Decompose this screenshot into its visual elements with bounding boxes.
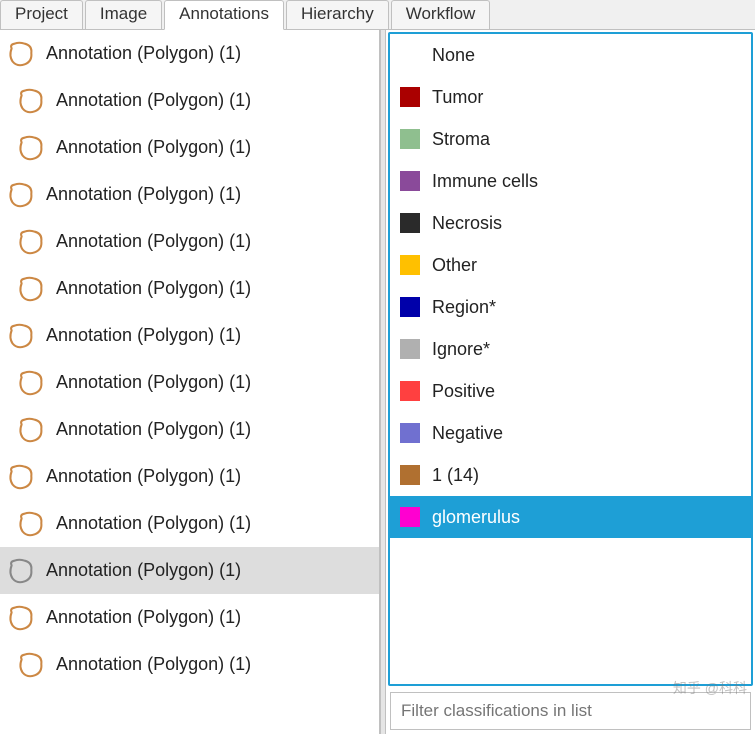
- annotation-label: Annotation (Polygon) (1): [56, 231, 251, 252]
- annotation-label: Annotation (Polygon) (1): [56, 278, 251, 299]
- annotation-row[interactable]: Annotation (Polygon) (1): [0, 77, 379, 124]
- annotation-row[interactable]: Annotation (Polygon) (1): [0, 594, 379, 641]
- annotation-label: Annotation (Polygon) (1): [46, 325, 241, 346]
- tab-image[interactable]: Image: [85, 0, 162, 29]
- classification-row[interactable]: Necrosis: [390, 202, 751, 244]
- polygon-icon: [16, 86, 46, 116]
- color-swatch: [400, 129, 420, 149]
- polygon-icon: [16, 133, 46, 163]
- color-swatch: [400, 381, 420, 401]
- polygon-icon: [6, 556, 36, 586]
- annotation-row[interactable]: Annotation (Polygon) (1): [0, 641, 379, 688]
- color-swatch: [400, 213, 420, 233]
- annotation-row[interactable]: Annotation (Polygon) (1): [0, 500, 379, 547]
- classification-row[interactable]: Ignore*: [390, 328, 751, 370]
- classification-label: 1 (14): [432, 465, 479, 486]
- annotation-label: Annotation (Polygon) (1): [56, 419, 251, 440]
- classification-row[interactable]: Other: [390, 244, 751, 286]
- annotation-row[interactable]: Annotation (Polygon) (1): [0, 453, 379, 500]
- annotation-row[interactable]: Annotation (Polygon) (1): [0, 30, 379, 77]
- annotation-label: Annotation (Polygon) (1): [46, 466, 241, 487]
- tab-label: Annotations: [179, 4, 269, 23]
- classification-row[interactable]: Stroma: [390, 118, 751, 160]
- annotation-label: Annotation (Polygon) (1): [56, 90, 251, 111]
- classification-row[interactable]: Negative: [390, 412, 751, 454]
- classification-label: None: [432, 45, 475, 66]
- polygon-icon: [6, 39, 36, 69]
- classification-row[interactable]: Immune cells: [390, 160, 751, 202]
- annotation-label: Annotation (Polygon) (1): [46, 560, 241, 581]
- classification-row[interactable]: 1 (14): [390, 454, 751, 496]
- classification-label: Positive: [432, 381, 495, 402]
- tab-label: Image: [100, 4, 147, 23]
- annotation-row[interactable]: Annotation (Polygon) (1): [0, 359, 379, 406]
- tab-label: Hierarchy: [301, 4, 374, 23]
- classification-row[interactable]: None: [390, 34, 751, 76]
- classification-row[interactable]: glomerulus: [390, 496, 751, 538]
- classification-row[interactable]: Tumor: [390, 76, 751, 118]
- polygon-icon: [6, 462, 36, 492]
- annotation-label: Annotation (Polygon) (1): [56, 513, 251, 534]
- annotation-row[interactable]: Annotation (Polygon) (1): [0, 547, 379, 594]
- classification-label: Negative: [432, 423, 503, 444]
- classification-row[interactable]: Region*: [390, 286, 751, 328]
- tab-workflow[interactable]: Workflow: [391, 0, 491, 29]
- color-swatch: [400, 171, 420, 191]
- annotation-label: Annotation (Polygon) (1): [46, 184, 241, 205]
- polygon-icon: [16, 415, 46, 445]
- annotation-label: Annotation (Polygon) (1): [56, 372, 251, 393]
- polygon-icon: [6, 603, 36, 633]
- color-swatch: [400, 45, 420, 65]
- classification-row[interactable]: Positive: [390, 370, 751, 412]
- color-swatch: [400, 339, 420, 359]
- annotation-row[interactable]: Annotation (Polygon) (1): [0, 218, 379, 265]
- classification-label: Tumor: [432, 87, 483, 108]
- tab-project[interactable]: Project: [0, 0, 83, 29]
- annotation-list: Annotation (Polygon) (1) Annotation (Poly…: [0, 30, 380, 734]
- polygon-icon: [6, 180, 36, 210]
- classification-panel: None Tumor Stroma Immune cells Necrosis Other…: [386, 30, 755, 734]
- color-swatch: [400, 87, 420, 107]
- tab-label: Workflow: [406, 4, 476, 23]
- color-swatch: [400, 507, 420, 527]
- polygon-icon: [16, 650, 46, 680]
- annotation-label: Annotation (Polygon) (1): [46, 607, 241, 628]
- annotation-row[interactable]: Annotation (Polygon) (1): [0, 124, 379, 171]
- classification-label: Other: [432, 255, 477, 276]
- polygon-icon: [16, 274, 46, 304]
- annotation-row[interactable]: Annotation (Polygon) (1): [0, 171, 379, 218]
- annotation-row[interactable]: Annotation (Polygon) (1): [0, 265, 379, 312]
- color-swatch: [400, 255, 420, 275]
- tab-label: Project: [15, 4, 68, 23]
- annotation-label: Annotation (Polygon) (1): [56, 654, 251, 675]
- tab-bar: Project Image Annotations Hierarchy Workflow: [0, 0, 755, 30]
- filter-classifications-input[interactable]: [390, 692, 751, 730]
- classification-label: Stroma: [432, 129, 490, 150]
- classification-label: glomerulus: [432, 507, 520, 528]
- annotation-label: Annotation (Polygon) (1): [46, 43, 241, 64]
- classification-label: Immune cells: [432, 171, 538, 192]
- color-swatch: [400, 297, 420, 317]
- classification-label: Necrosis: [432, 213, 502, 234]
- annotation-row[interactable]: Annotation (Polygon) (1): [0, 312, 379, 359]
- tab-hierarchy[interactable]: Hierarchy: [286, 0, 389, 29]
- main-container: Annotation (Polygon) (1) Annotation (Poly…: [0, 30, 755, 734]
- polygon-icon: [16, 227, 46, 257]
- tab-annotations[interactable]: Annotations: [164, 0, 284, 30]
- polygon-icon: [16, 368, 46, 398]
- classification-label: Region*: [432, 297, 496, 318]
- color-swatch: [400, 465, 420, 485]
- color-swatch: [400, 423, 420, 443]
- annotation-label: Annotation (Polygon) (1): [56, 137, 251, 158]
- classification-label: Ignore*: [432, 339, 490, 360]
- annotation-row[interactable]: Annotation (Polygon) (1): [0, 406, 379, 453]
- polygon-icon: [6, 321, 36, 351]
- classification-list: None Tumor Stroma Immune cells Necrosis Other…: [388, 32, 753, 686]
- polygon-icon: [16, 509, 46, 539]
